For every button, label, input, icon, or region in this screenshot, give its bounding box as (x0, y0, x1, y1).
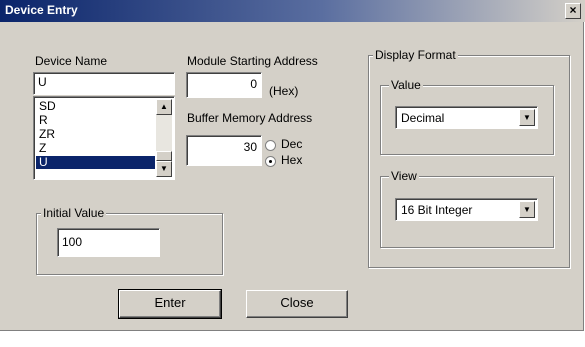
view-dropdown-button[interactable]: ▼ (519, 201, 535, 218)
window-title: Device Entry (5, 3, 78, 17)
list-item-zr[interactable]: ZR (36, 128, 155, 141)
device-name-value: U (38, 75, 47, 89)
close-window-button[interactable]: × (565, 3, 581, 19)
close-icon: × (569, 3, 577, 17)
value-format-dropdown[interactable]: Decimal ▼ (395, 106, 538, 129)
scroll-down-arrow-icon: ▼ (160, 164, 168, 173)
module-address-label: Module Starting Address (187, 54, 318, 68)
list-item-u-selected[interactable]: U (36, 156, 155, 169)
scroll-thumb[interactable] (156, 151, 172, 161)
value-legend: Value (389, 78, 423, 92)
module-address-value: 0 (250, 77, 257, 91)
radio-selected-dot (269, 160, 272, 163)
list-item-r[interactable]: R (36, 114, 155, 127)
scroll-up-arrow-icon: ▲ (160, 102, 168, 111)
buffer-address-label: Buffer Memory Address (187, 111, 313, 125)
buffer-address-value: 30 (243, 140, 257, 154)
enter-button[interactable]: Enter (118, 289, 222, 319)
dropdown-arrow-icon: ▼ (523, 113, 531, 122)
initial-value-legend: Initial Value (41, 206, 107, 220)
radio-hex-label[interactable]: Hex (281, 153, 302, 167)
scroll-up-button[interactable]: ▲ (156, 99, 172, 115)
module-address-input[interactable]: 0 (186, 72, 262, 98)
initial-value-value: 100 (62, 235, 83, 249)
device-name-label: Device Name (35, 54, 108, 68)
module-address-unit: (Hex) (269, 84, 299, 98)
device-entry-dialog: Device Entry × Device Name U SD R ZR Z U… (0, 0, 585, 331)
radio-hex[interactable] (265, 156, 276, 167)
value-format-selected: Decimal (401, 111, 445, 125)
value-dropdown-button[interactable]: ▼ (519, 109, 535, 126)
radio-dec-label[interactable]: Dec (281, 137, 302, 151)
view-legend: View (389, 169, 419, 183)
scroll-down-button[interactable]: ▼ (156, 161, 172, 177)
device-name-list[interactable]: SD R ZR Z U ▲ ▼ (33, 96, 175, 180)
dropdown-arrow-icon: ▼ (523, 205, 531, 214)
display-format-legend: Display Format (373, 48, 458, 62)
device-name-input[interactable]: U (33, 72, 175, 95)
radio-dec[interactable] (265, 140, 276, 151)
list-item-z[interactable]: Z (36, 142, 155, 155)
view-format-dropdown[interactable]: 16 Bit Integer ▼ (395, 198, 538, 221)
list-scrollbar[interactable]: ▲ ▼ (156, 99, 172, 177)
view-format-selected: 16 Bit Integer (401, 203, 473, 217)
buffer-address-input[interactable]: 30 (186, 135, 262, 166)
list-item-sd[interactable]: SD (36, 100, 155, 113)
close-button[interactable]: Close (246, 290, 348, 318)
initial-value-input[interactable]: 100 (57, 228, 160, 257)
title-bar: Device Entry × (0, 0, 585, 22)
